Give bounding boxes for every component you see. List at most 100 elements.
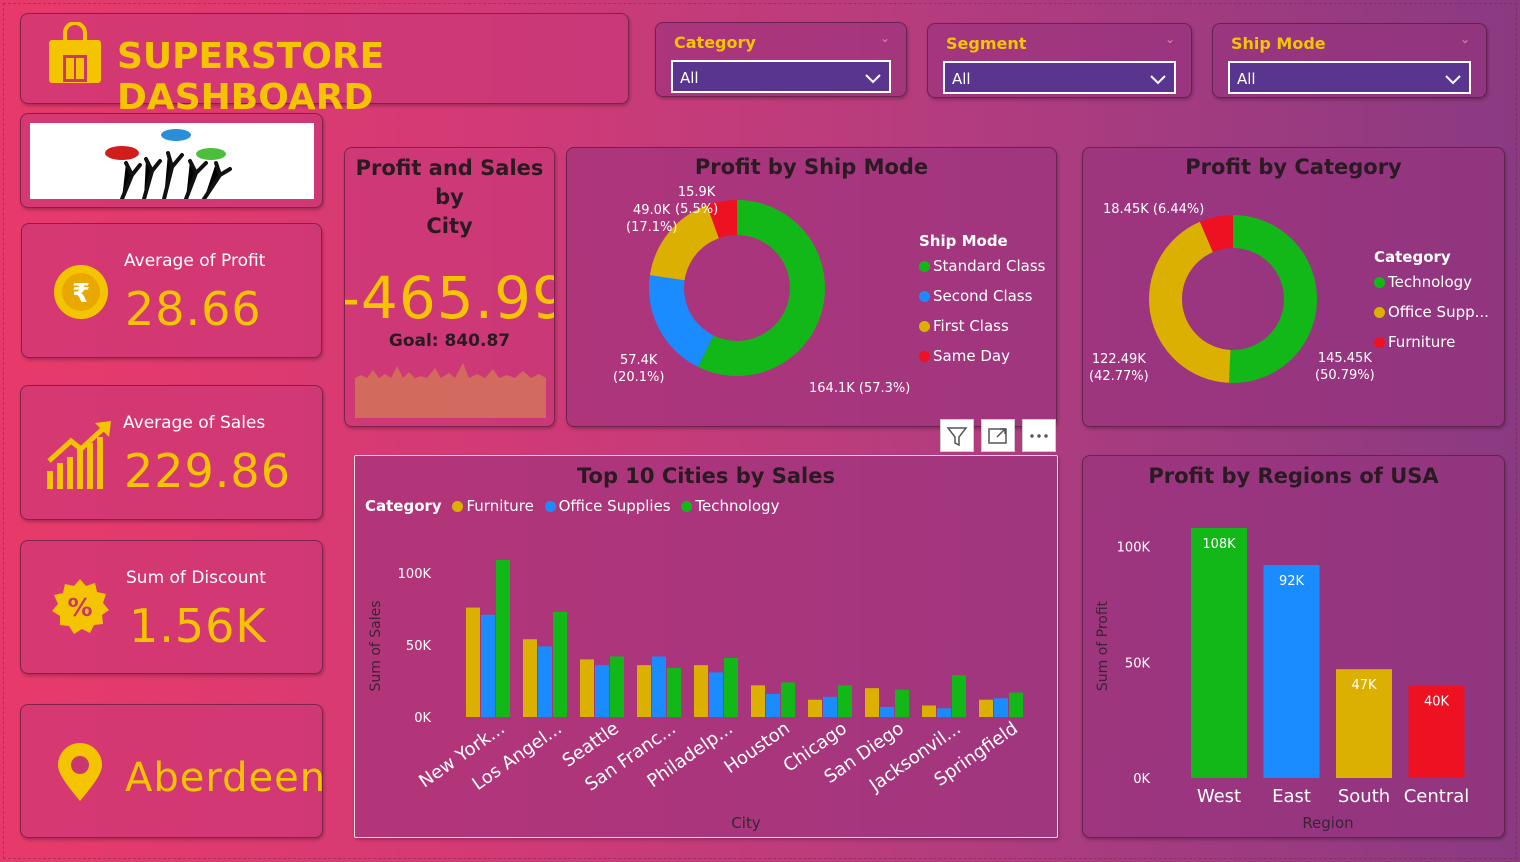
more-options-icon[interactable] — [1022, 419, 1056, 452]
bar-office-supplies[interactable] — [538, 646, 552, 717]
bar-east[interactable] — [1263, 565, 1320, 778]
svg-text:₹: ₹ — [72, 279, 90, 309]
top-cities-card: Top 10 Cities by Sales Category Furnitur… — [354, 455, 1058, 838]
slicer-segment-title: Segment — [946, 34, 1027, 53]
bar-furniture[interactable] — [637, 665, 651, 717]
kpi-city: Aberdeen — [20, 704, 325, 838]
chevron-down-icon[interactable]: ⌄ — [1460, 32, 1470, 46]
slicer-ship-mode[interactable]: Ship Mode ⌄ All — [1212, 23, 1487, 98]
kpi-average-sales-value: 229.86 — [124, 444, 291, 498]
bar-office-supplies[interactable] — [880, 706, 894, 717]
kpi-sum-discount-value: 1.56K — [129, 599, 267, 653]
image-card — [20, 113, 323, 208]
bar-office-supplies[interactable] — [652, 656, 666, 717]
y-tick-label: 0K — [1133, 772, 1150, 787]
bar-technology[interactable] — [610, 656, 624, 717]
bar-furniture[interactable] — [979, 699, 993, 717]
chevron-down-icon[interactable]: ⌄ — [880, 31, 890, 45]
bar-office-supplies[interactable] — [766, 693, 780, 717]
location-pin-icon — [58, 743, 102, 801]
legend-item-technology[interactable]: Technology — [1374, 267, 1489, 297]
y-axis-label: Sum of Sales — [368, 600, 384, 691]
bar-office-supplies[interactable] — [994, 698, 1008, 717]
data-label: 122.49K — [1091, 352, 1146, 367]
category-donut[interactable] — [1146, 212, 1320, 386]
bar-office-supplies[interactable] — [595, 665, 609, 717]
chevron-down-icon[interactable]: ⌄ — [1165, 32, 1175, 46]
x-tick-label: Houston — [721, 718, 794, 778]
bar-furniture[interactable] — [580, 659, 594, 717]
top-cities-bar-chart[interactable]: 0K50K100KSum of SalesCityNew York...Los … — [355, 456, 1057, 837]
bar-furniture[interactable] — [808, 699, 822, 717]
bar-technology[interactable] — [952, 675, 966, 717]
slicer-segment-dropdown[interactable]: All — [943, 61, 1176, 94]
bar-technology[interactable] — [553, 611, 567, 717]
bar-furniture[interactable] — [922, 705, 936, 717]
filter-icon[interactable] — [940, 419, 974, 452]
data-label: 92K — [1279, 574, 1305, 589]
kpi-goal-target: Goal: 840.87 — [388, 331, 511, 351]
ship-label-first-class: 49.0K (17.1%) — [626, 202, 677, 236]
slicer-category-dropdown[interactable]: All — [671, 60, 891, 93]
category-label-technology: 145.45K (50.79%) — [1315, 350, 1375, 384]
bar-office-supplies[interactable] — [823, 696, 837, 717]
bar-technology[interactable] — [667, 668, 681, 717]
legend-item-standard-class[interactable]: Standard Class — [919, 251, 1045, 281]
kpi-average-profit-label: Average of Profit — [124, 251, 266, 271]
y-axis-label: Sum of Profit — [1095, 600, 1111, 691]
bar-technology[interactable] — [838, 685, 852, 717]
legend-label: Furniture — [1388, 333, 1456, 351]
header-card: SUPERSTORE DASHBOARD — [20, 13, 629, 118]
kpi-average-profit-value: 28.66 — [125, 282, 262, 336]
bar-furniture[interactable] — [466, 607, 480, 717]
donut-slice-technology[interactable] — [1228, 215, 1317, 383]
ship-mode-title: Profit by Ship Mode — [694, 155, 929, 179]
slicer-ship-mode-dropdown[interactable]: All — [1228, 61, 1471, 94]
bar-furniture[interactable] — [751, 685, 765, 717]
bar-technology[interactable] — [781, 682, 795, 717]
data-label: (20.1%) — [613, 370, 665, 385]
bar-technology[interactable] — [895, 689, 909, 717]
y-tick-label: 100K — [398, 567, 432, 582]
legend-item-office-supplies[interactable]: Office Supp... — [1374, 297, 1489, 327]
slicer-category[interactable]: Category ⌄ All — [655, 22, 907, 97]
svg-text:%: % — [67, 593, 92, 622]
y-tick-label: 100K — [1117, 541, 1151, 556]
title-line: Profit and Sales — [355, 156, 544, 180]
legend-label: First Class — [933, 317, 1009, 335]
data-label: (42.77%) — [1089, 369, 1149, 384]
bar-technology[interactable] — [496, 560, 510, 717]
bar-technology[interactable] — [724, 657, 738, 717]
ship-label-second-class: 57.4K (20.1%) — [613, 352, 664, 386]
category-title: Profit by Category — [1185, 155, 1402, 179]
data-label: (5.5%) — [675, 202, 719, 217]
data-label: 15.9K — [677, 185, 716, 200]
bar-west[interactable] — [1191, 528, 1247, 778]
kpi-sum-discount-label: Sum of Discount — [126, 568, 266, 588]
rupee-coin-icon: ₹ — [54, 265, 108, 319]
kpi-sum-discount: % Sum of Discount 1.56K — [20, 540, 323, 674]
bar-furniture[interactable] — [865, 688, 879, 717]
slicer-segment[interactable]: Segment ⌄ All — [927, 23, 1192, 98]
slicer-category-title: Category — [674, 33, 756, 52]
legend-item-first-class[interactable]: First Class — [919, 311, 1045, 341]
dropdown-chevron-icon — [1445, 75, 1461, 85]
raised-hands-image — [30, 123, 314, 199]
x-tick-label: Central — [1404, 786, 1470, 807]
bar-office-supplies[interactable] — [709, 672, 723, 717]
bar-furniture[interactable] — [694, 665, 708, 717]
legend-title: Ship Mode — [919, 232, 1008, 250]
bar-technology[interactable] — [1009, 692, 1023, 717]
profit-sales-city-title: Profit and Sales by City — [345, 154, 554, 241]
bar-furniture[interactable] — [523, 639, 537, 717]
bar-office-supplies[interactable] — [481, 614, 495, 717]
legend-item-second-class[interactable]: Second Class — [919, 281, 1045, 311]
region-bar-chart[interactable]: 0K 50K 100K Sum of Profit Region 108K West 92K E… — [1083, 456, 1504, 837]
ship-mode-legend: Ship Mode Standard Class Second Class Fi… — [919, 231, 1045, 371]
kpi-goal-value: -465.99 — [344, 264, 555, 332]
legend-item-furniture[interactable]: Furniture — [1374, 327, 1489, 357]
bar-office-supplies[interactable] — [937, 708, 951, 717]
y-tick-label: 50K — [406, 639, 432, 654]
focus-mode-icon[interactable] — [981, 419, 1015, 452]
legend-item-same-day[interactable]: Same Day — [919, 341, 1045, 371]
